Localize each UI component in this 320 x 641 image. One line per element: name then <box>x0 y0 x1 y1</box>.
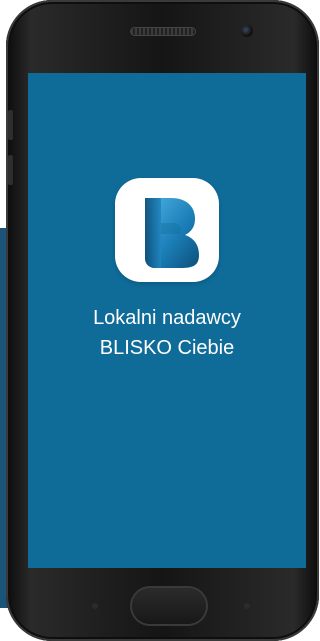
b-logo-glyph-icon <box>145 198 199 269</box>
back-button[interactable] <box>244 603 250 609</box>
earpiece-speaker <box>131 28 195 35</box>
blisko-b-logo-icon <box>115 178 219 282</box>
recent-apps-button[interactable] <box>92 603 98 609</box>
splash-screen: Lokalni nadawcy BLISKO Ciebie <box>28 73 306 568</box>
volume-down-button <box>8 155 13 185</box>
tagline-line-1: Lokalni nadawcy <box>93 307 241 329</box>
volume-up-button <box>8 110 13 140</box>
splash-tagline: Lokalni nadawcy BLISKO Ciebie <box>28 303 306 363</box>
front-camera-icon <box>241 25 253 37</box>
tagline-line-2: BLISKO Ciebie <box>99 337 235 359</box>
phone-frame: Lokalni nadawcy BLISKO Ciebie <box>6 0 319 641</box>
promo-stage: Lokalni nadawcy BLISKO Ciebie <box>0 0 319 641</box>
home-button[interactable] <box>132 588 206 624</box>
